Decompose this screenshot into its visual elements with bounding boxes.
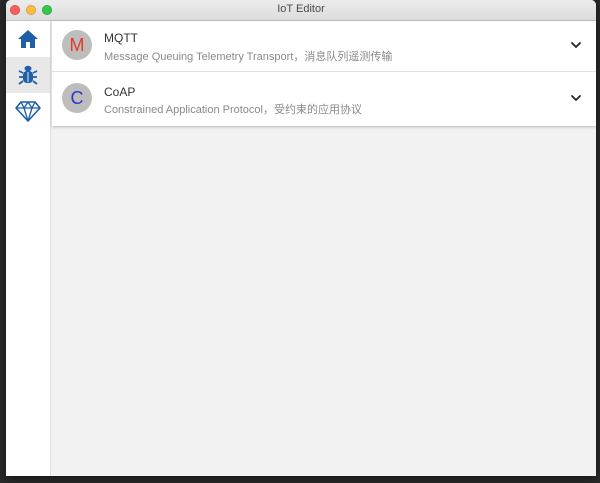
- protocol-description: Message Queuing Telemetry Transport，消息队列…: [104, 51, 393, 63]
- diamond-icon: [15, 101, 41, 122]
- protocol-item-mqtt[interactable]: M MQTT Message Queuing Telemetry Transpo…: [52, 21, 596, 72]
- protocol-avatar: M: [62, 30, 92, 60]
- avatar-letter: C: [70, 87, 84, 108]
- protocol-name: MQTT: [104, 31, 138, 45]
- avatar-letter: M: [69, 34, 85, 55]
- sidebar-item-diamond[interactable]: [6, 93, 50, 129]
- protocol-name: CoAP: [104, 85, 136, 99]
- chevron-down-icon[interactable]: [570, 40, 582, 50]
- protocol-avatar: C: [62, 83, 92, 113]
- bug-icon: [18, 65, 38, 85]
- sidebar-item-home[interactable]: [6, 21, 50, 57]
- app-window: IoT Editor M MQTT Message Queuing Teleme…: [6, 0, 596, 476]
- protocol-list: M MQTT Message Queuing Telemetry Transpo…: [52, 21, 596, 126]
- home-icon: [18, 30, 38, 48]
- chevron-down-icon[interactable]: [570, 93, 582, 103]
- sidebar: [6, 21, 51, 476]
- window-title: IoT Editor: [277, 3, 325, 15]
- main-content: M MQTT Message Queuing Telemetry Transpo…: [51, 21, 596, 476]
- protocol-item-coap[interactable]: C CoAP Constrained Application Protocol，…: [52, 72, 596, 126]
- sidebar-item-debug[interactable]: [6, 57, 50, 93]
- protocol-description: Constrained Application Protocol，受约束的应用协…: [104, 104, 362, 116]
- title-bar[interactable]: IoT Editor: [6, 0, 596, 21]
